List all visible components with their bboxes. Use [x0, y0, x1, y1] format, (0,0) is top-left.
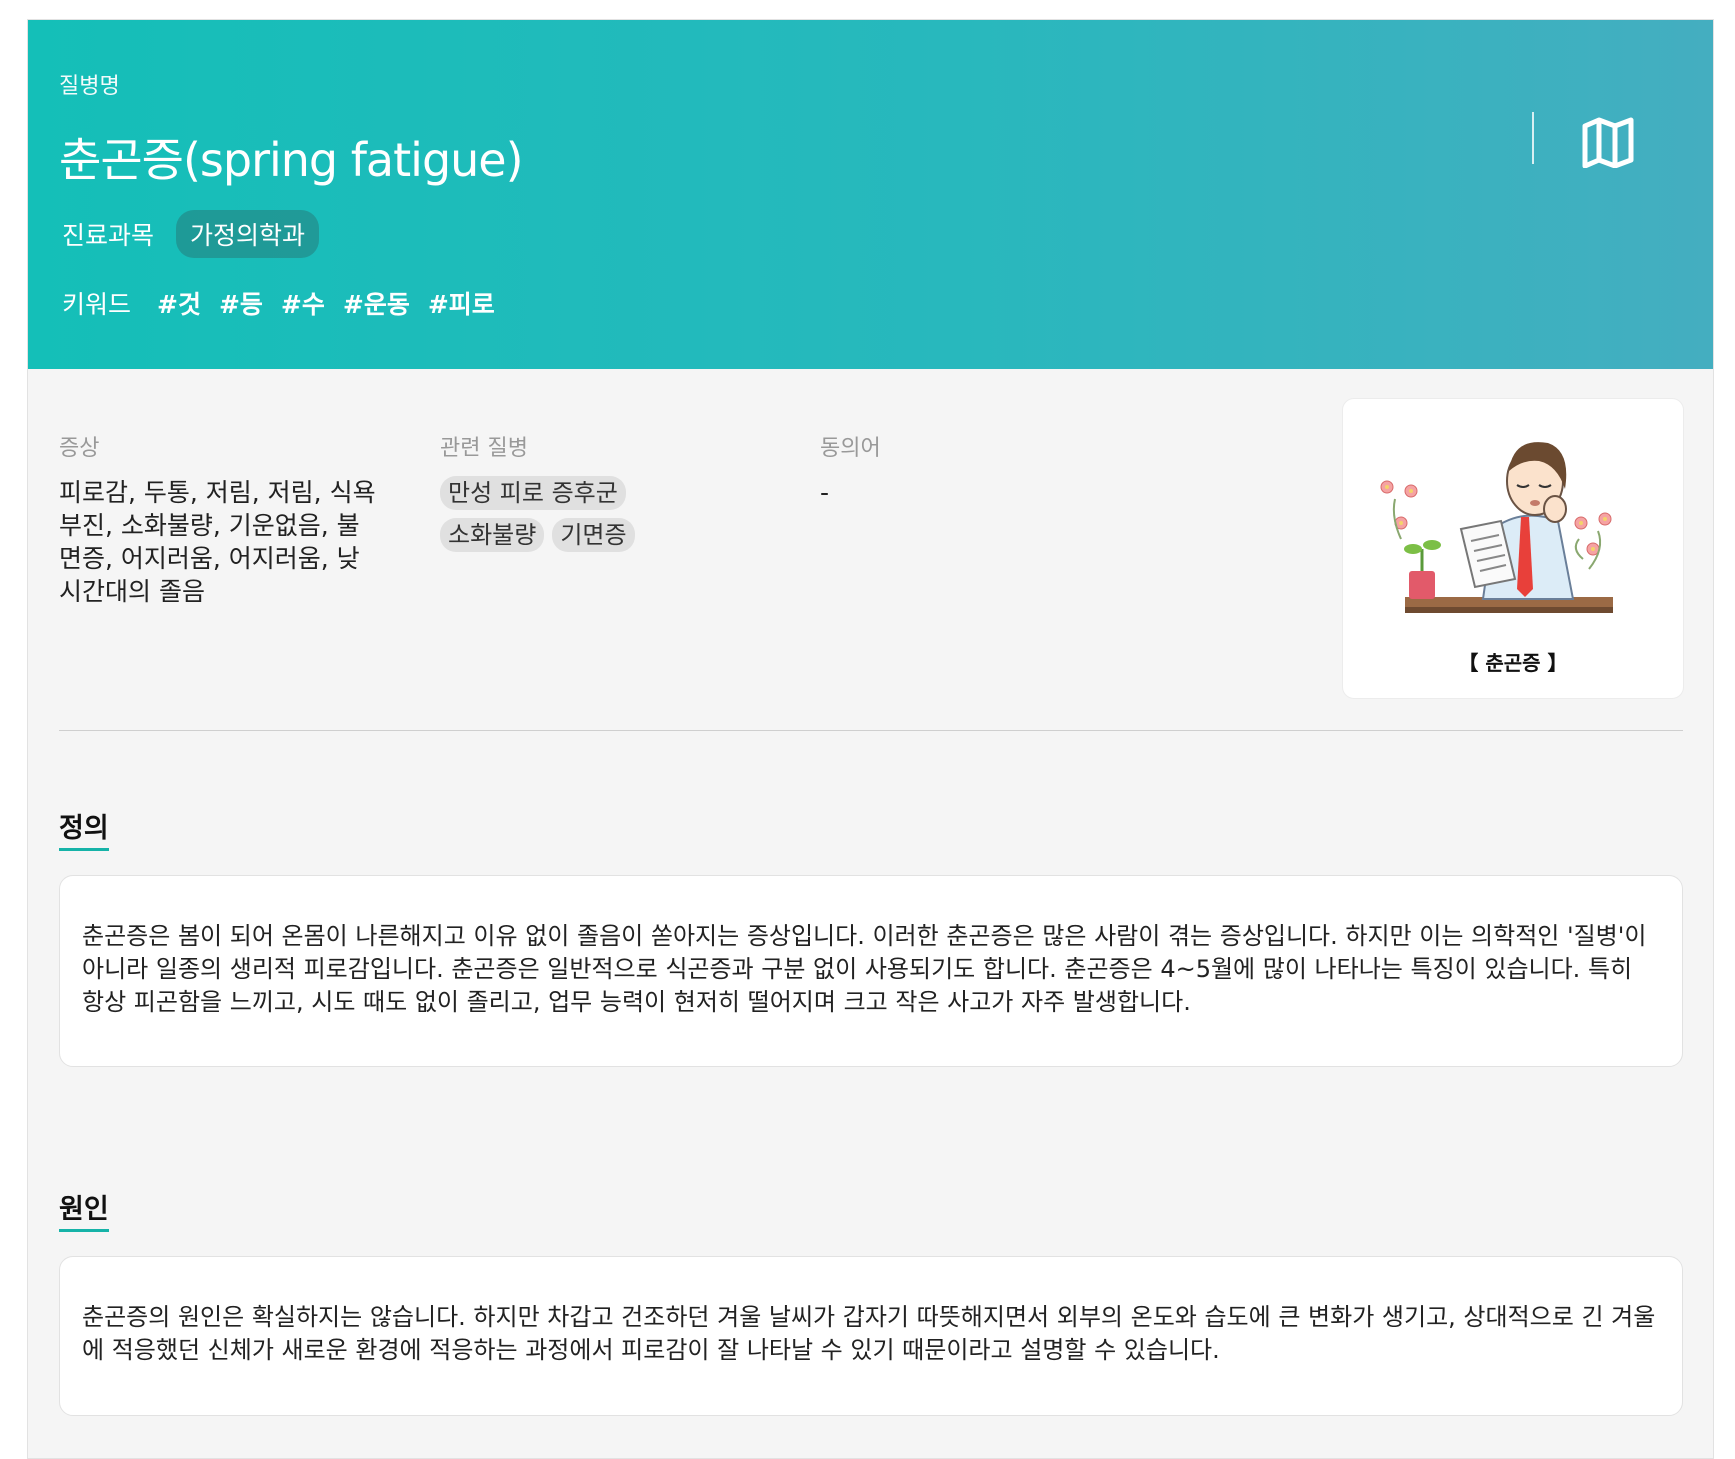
related-disease-chip[interactable]: 소화불량: [440, 518, 545, 552]
map-button[interactable]: [1579, 116, 1637, 169]
keyword-tag[interactable]: #수: [281, 285, 325, 321]
header-divider: [1532, 112, 1534, 164]
keyword-tag[interactable]: #것: [157, 285, 201, 321]
section-divider: [59, 730, 1683, 731]
disease-card: 질병명 춘곤증(spring fatigue) 진료과목 가정의학과 키워드 #…: [27, 19, 1714, 1459]
illustration-caption: 【 춘곤증 】: [1458, 651, 1568, 675]
keywords-row: 키워드 #것 #등 #수 #운동 #피로: [62, 285, 513, 321]
department-chip[interactable]: 가정의학과: [176, 210, 320, 258]
symptoms-value: 피로감, 두통, 저림, 저림, 식욕부진, 소화불량, 기운없음, 불면증, …: [59, 478, 376, 606]
cause-panel: 춘곤증의 원인은 확실하지는 않습니다. 하지만 차갑고 건조하던 겨울 날씨가…: [59, 1256, 1683, 1416]
symptoms-label: 증상: [59, 436, 100, 461]
synonym-label: 동의어: [820, 436, 881, 461]
keyword-tag[interactable]: #등: [219, 285, 263, 321]
disease-name-label: 질병명: [59, 74, 120, 99]
related-disease-list: 만성 피로 증후군 소화불량 기면증: [440, 476, 660, 552]
definition-panel: 춘곤증은 봄이 되어 온몸이 나른해지고 이유 없이 졸음이 쏟아지는 증상입니…: [59, 875, 1683, 1067]
department-label: 진료과목: [62, 221, 155, 250]
disease-illustration: 【 춘곤증 】: [1342, 398, 1684, 699]
related-disease-label: 관련 질병: [440, 436, 528, 461]
disease-header: 질병명 춘곤증(spring fatigue) 진료과목 가정의학과 키워드 #…: [28, 20, 1713, 369]
illustration-image: [1380, 442, 1613, 613]
definition-text: 춘곤증은 봄이 되어 온몸이 나른해지고 이유 없이 졸음이 쏟아지는 증상입니…: [82, 922, 1647, 1016]
keyword-tag[interactable]: #운동: [343, 285, 410, 321]
disease-title: 춘곤증(spring fatigue): [59, 133, 524, 187]
related-disease-chip[interactable]: 기면증: [552, 518, 635, 552]
map-icon: [1582, 117, 1634, 169]
definition-title: 정의: [59, 806, 109, 851]
cause-text: 춘곤증의 원인은 확실하지는 않습니다. 하지만 차갑고 건조하던 겨울 날씨가…: [82, 1303, 1656, 1364]
cause-title: 원인: [59, 1187, 109, 1232]
keyword-tag[interactable]: #피로: [428, 285, 495, 321]
keywords-label: 키워드: [62, 290, 132, 319]
department-row: 진료과목 가정의학과: [62, 210, 320, 258]
related-disease-chip[interactable]: 만성 피로 증후군: [440, 476, 626, 510]
synonym-value: -: [820, 478, 830, 507]
